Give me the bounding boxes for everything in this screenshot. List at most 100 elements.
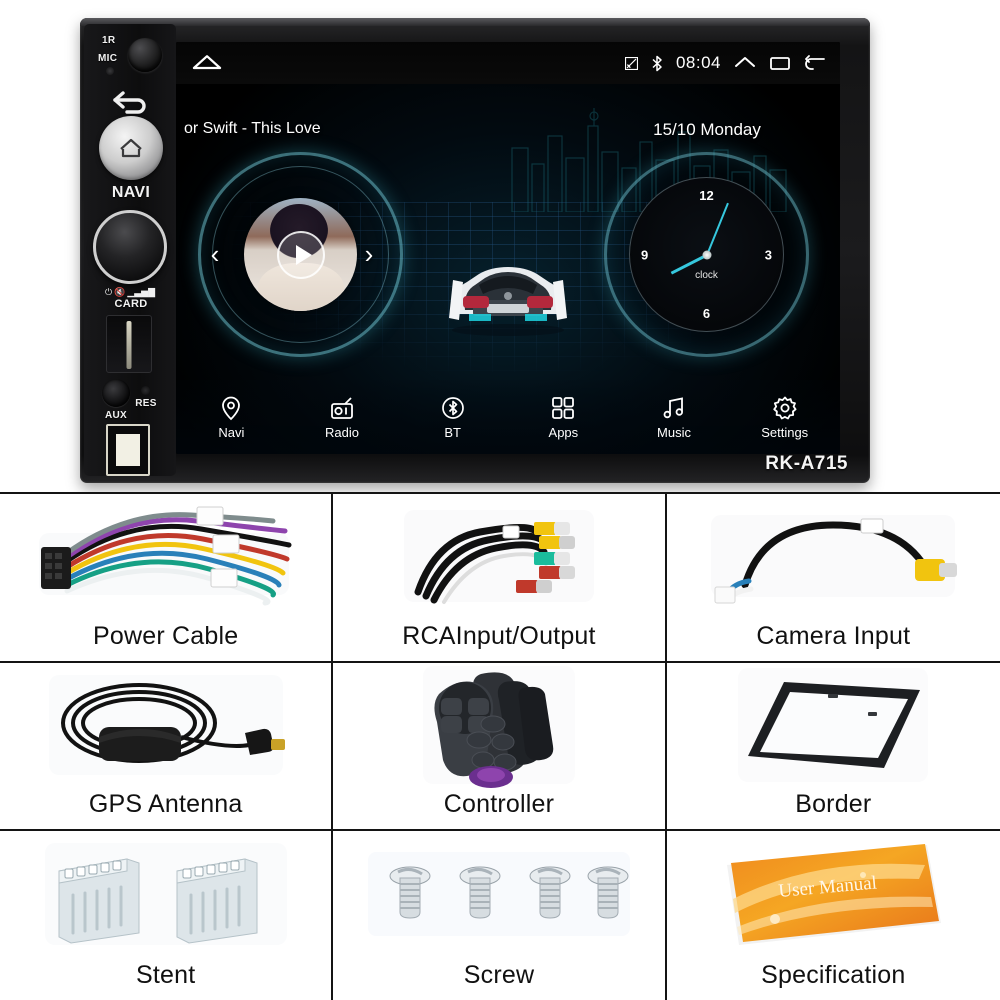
volume-knob[interactable] bbox=[93, 210, 167, 284]
accessory-cell-specification: User Manual Specification bbox=[666, 831, 1000, 1000]
accessory-cell-stent: Stent bbox=[0, 831, 334, 1000]
chevron-up-icon[interactable] bbox=[734, 55, 756, 71]
steering-wheel-remote-photo bbox=[333, 666, 664, 788]
mounting-brackets-photo bbox=[0, 835, 331, 954]
microphone-knob[interactable] bbox=[128, 38, 162, 72]
clock-widget[interactable]: 15/10 Monday 12 3 6 9 clock bbox=[582, 100, 832, 362]
sports-car-graphic bbox=[449, 267, 567, 336]
dock-item-apps[interactable]: Apps bbox=[508, 395, 619, 440]
ir-sensor-icon bbox=[106, 67, 114, 75]
play-button[interactable] bbox=[277, 231, 325, 279]
wiring-harness-photo bbox=[0, 498, 331, 615]
product-hero-section: 1R MIC NAVI ⏻ 🔇 ▁▃▅▇ CARD AUX RES 08:04 … bbox=[0, 0, 1000, 492]
power-mute-volume-icons: ⏻ 🔇 ▁▃▅▇ bbox=[92, 287, 168, 298]
dock-item-navi[interactable]: Navi bbox=[176, 395, 287, 440]
screws-photo bbox=[333, 835, 664, 954]
clock-numeral-9: 9 bbox=[641, 247, 649, 262]
accessory-label: Border bbox=[795, 790, 872, 819]
date-text: 15/10 Monday bbox=[653, 120, 761, 139]
clock-numeral-6: 6 bbox=[702, 306, 711, 321]
accessory-cell-controller: Controller bbox=[333, 662, 667, 832]
accessory-label: Camera Input bbox=[756, 621, 911, 650]
music-note-icon bbox=[663, 396, 684, 418]
app-dock: Navi Radio BT Apps Music Settings bbox=[176, 380, 840, 454]
left-control-panel: 1R MIC NAVI ⏻ 🔇 ▁▃▅▇ CARD AUX RES bbox=[84, 24, 176, 476]
accessory-label: Specification bbox=[761, 961, 906, 989]
accessory-cell-power-cable: Power Cable bbox=[0, 494, 334, 663]
car-stereo-head-unit: 1R MIC NAVI ⏻ 🔇 ▁▃▅▇ CARD AUX RES 08:04 … bbox=[80, 18, 870, 483]
mute-icon: 🔇 bbox=[114, 287, 126, 297]
touchscreen-display[interactable]: 08:04 or Swift - This Love ‹ › 15/10 Mon… bbox=[176, 42, 840, 454]
android-status-bar: 08:04 bbox=[176, 42, 840, 84]
dock-label-music: Music bbox=[657, 424, 691, 440]
reset-label: RES bbox=[135, 398, 157, 409]
bluetooth-icon bbox=[651, 55, 663, 72]
analog-clock-face: 12 3 6 9 clock bbox=[629, 177, 784, 332]
home-icon bbox=[192, 55, 222, 70]
user-manual-photo: User Manual bbox=[667, 835, 1000, 954]
now-playing-title: or Swift - This Love bbox=[184, 120, 321, 137]
accessory-label: Controller bbox=[443, 790, 555, 819]
camera-input-cable-photo bbox=[667, 498, 1000, 615]
clock-numeral-3: 3 bbox=[764, 247, 772, 262]
clock-face-label: clock bbox=[695, 270, 718, 281]
previous-track-button[interactable]: ‹ bbox=[202, 238, 228, 270]
rca-cable-photo bbox=[333, 498, 664, 615]
radio-icon bbox=[331, 396, 353, 419]
dock-label-settings: Settings bbox=[761, 424, 809, 440]
status-clock: 08:04 bbox=[675, 53, 721, 72]
accessory-cell-border: Border bbox=[666, 662, 1000, 832]
dock-label-bt: BT bbox=[444, 424, 461, 440]
model-number-badge: RK-A715 bbox=[765, 453, 848, 474]
accessory-cell-gps-antenna: GPS Antenna bbox=[0, 662, 334, 832]
accessory-cell-rca: RCAInput/Output bbox=[333, 494, 667, 663]
grid-apps-icon bbox=[552, 396, 575, 419]
accessory-label: RCAInput/Output bbox=[402, 621, 596, 650]
reset-pinhole[interactable] bbox=[141, 386, 150, 395]
dock-label-navi: Navi bbox=[218, 424, 245, 440]
dock-item-radio[interactable]: Radio bbox=[287, 395, 398, 440]
home-icon bbox=[120, 138, 142, 158]
accessory-label: Power Cable bbox=[93, 621, 239, 650]
dock-label-radio: Radio bbox=[325, 424, 359, 440]
dock-item-bt[interactable]: BT bbox=[397, 395, 508, 440]
accessory-label: Screw bbox=[463, 961, 535, 989]
back-arrow-icon bbox=[113, 91, 146, 114]
sd-card-slot[interactable] bbox=[106, 315, 152, 373]
aux-label: AUX bbox=[104, 410, 127, 421]
dock-label-apps: Apps bbox=[548, 424, 579, 440]
clock-minute-hand bbox=[705, 202, 729, 255]
back-arrow-button[interactable] bbox=[106, 82, 156, 118]
bluetooth-icon bbox=[441, 396, 464, 419]
status-home-button[interactable] bbox=[190, 51, 224, 75]
card-slot-label: CARD bbox=[114, 298, 148, 310]
gear-icon bbox=[772, 396, 797, 419]
accessory-label: GPS Antenna bbox=[88, 790, 243, 819]
recent-apps-icon[interactable] bbox=[769, 55, 791, 71]
ir-sensor-label: 1R bbox=[102, 35, 116, 46]
accessory-label: Stent bbox=[135, 961, 196, 989]
dock-item-music[interactable]: Music bbox=[619, 395, 730, 440]
usb-port[interactable] bbox=[106, 424, 150, 476]
clock-numeral-12: 12 bbox=[699, 188, 714, 203]
back-arrow-icon[interactable] bbox=[804, 55, 826, 71]
media-player-widget[interactable]: or Swift - This Love ‹ › bbox=[184, 100, 438, 360]
accessory-cell-camera-input: Camera Input bbox=[666, 494, 1000, 663]
location-pin-icon bbox=[222, 396, 241, 420]
accessory-cell-screw: Screw bbox=[333, 831, 667, 1000]
status-bar-indicators: 08:04 bbox=[624, 53, 826, 73]
mounting-border-frame-photo bbox=[667, 667, 1000, 784]
home-navi-button[interactable] bbox=[99, 116, 163, 180]
aux-jack[interactable] bbox=[102, 379, 130, 407]
dock-item-settings[interactable]: Settings bbox=[729, 395, 840, 440]
accessory-grid: Power Cable RCAInput/Output Camera Input… bbox=[0, 492, 1000, 1000]
volume-bars-icon: ▁▃▅▇ bbox=[127, 287, 156, 297]
clock-center-pin bbox=[702, 250, 711, 259]
next-track-button[interactable]: › bbox=[356, 238, 382, 270]
power-icon: ⏻ bbox=[104, 287, 113, 297]
navi-label: NAVI bbox=[111, 184, 151, 201]
mic-label: MIC bbox=[98, 53, 118, 64]
screen-cast-icon bbox=[624, 56, 638, 70]
gps-antenna-photo bbox=[0, 667, 331, 784]
chassis-top-edge bbox=[80, 18, 870, 26]
